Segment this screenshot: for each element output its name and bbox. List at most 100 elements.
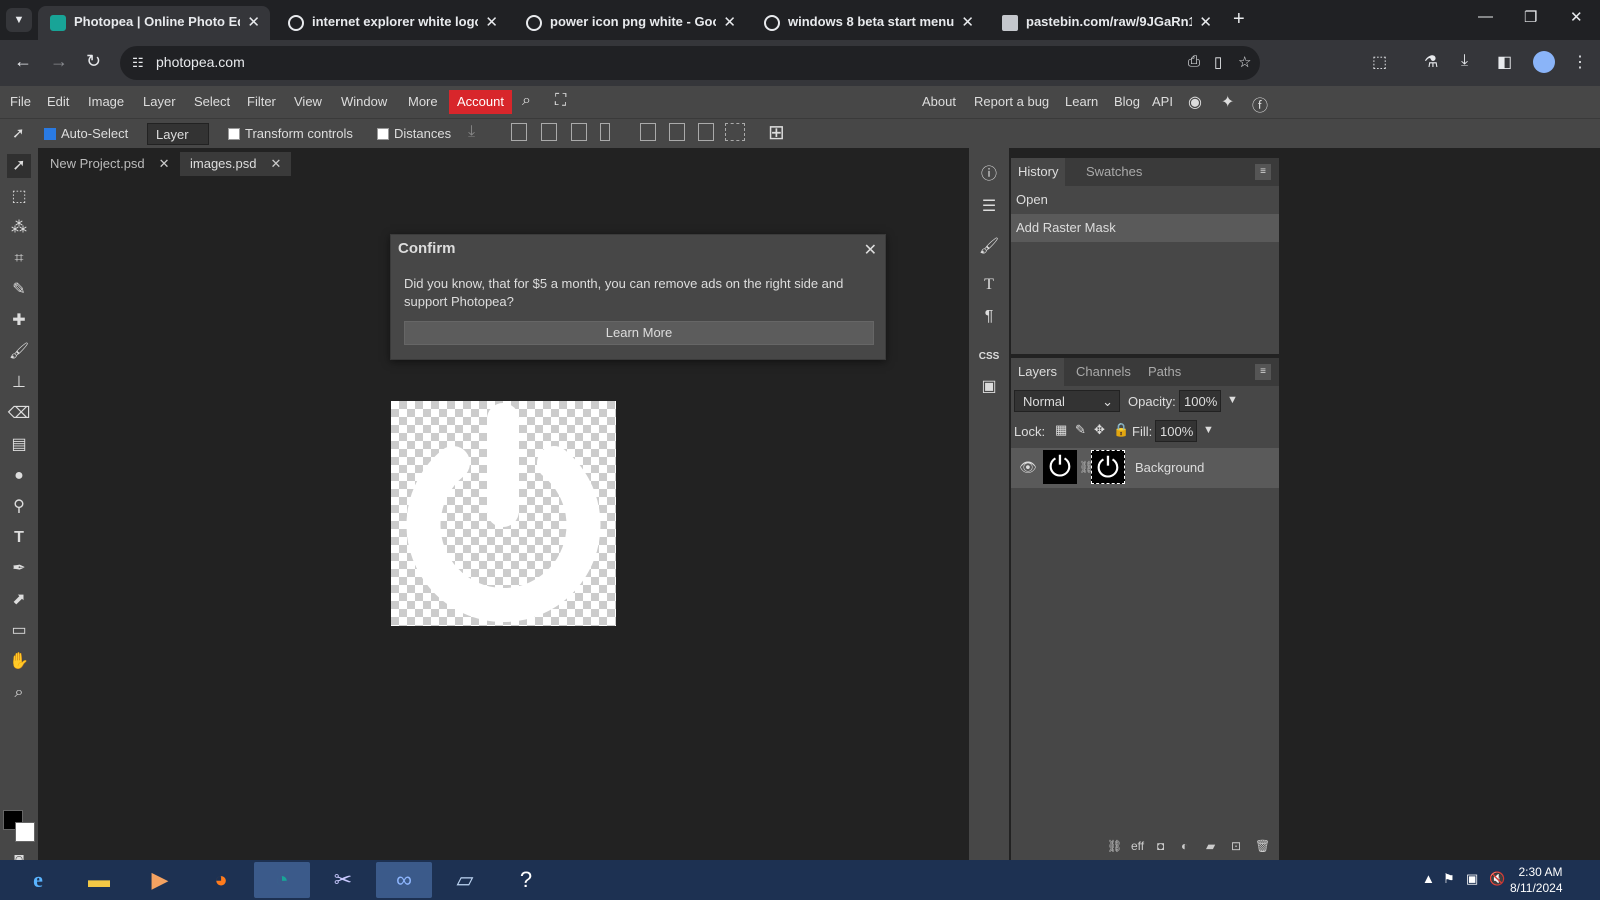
media-player-icon[interactable]: ▶ [132,862,188,898]
menu-image[interactable]: Image [88,94,124,109]
tab-swatches[interactable]: Swatches [1079,158,1149,186]
twitter-icon[interactable]: ✦ [1221,92,1234,112]
notepad-icon[interactable]: ▱ [437,862,493,898]
window-close-icon[interactable]: ✕ [1570,8,1583,26]
crop-tool-icon[interactable]: ⌗ [7,247,31,271]
reload-icon[interactable]: ↻ [86,51,101,72]
stamp-tool-icon[interactable]: ⊥ [7,371,31,395]
side-panel-icon[interactable]: ◧ [1497,52,1512,72]
tab-close-icon[interactable]: ✕ [961,13,974,31]
doc-tab-new-project[interactable]: New Project.psd ✕ [40,152,180,176]
profile-avatar-icon[interactable] [1533,51,1555,73]
menu-window[interactable]: Window [341,94,387,109]
fullscreen-icon[interactable]: ⛶ [555,92,566,110]
layer-effects-button[interactable]: eff [1131,839,1144,853]
gradient-tool-icon[interactable]: ▤ [7,433,31,457]
facebook-icon[interactable]: ⓕ [1252,92,1268,116]
show-hidden-icons-icon[interactable]: ▲ [1422,871,1435,886]
add-mask-icon[interactable]: ◘ [1157,839,1164,853]
blend-mode-dropdown[interactable]: Normal ⌄ [1014,390,1120,412]
forward-icon[interactable]: → [50,51,68,72]
tab-close-icon[interactable]: ✕ [485,13,498,31]
dodge-tool-icon[interactable]: ⚲ [7,495,31,519]
menu-edit[interactable]: Edit [47,94,69,109]
browser-tab-win8[interactable]: windows 8 beta start menu - Google Searc… [752,6,984,40]
history-item[interactable]: Add Raster Mask [1011,214,1279,242]
blur-tool-icon[interactable]: ● [7,464,31,488]
download-arrow-icon[interactable]: ⤓ [468,123,475,141]
restore-icon[interactable]: ❐ [1524,8,1537,26]
background-color-swatch[interactable] [15,822,35,842]
lock-transparency-icon[interactable]: ▦ [1055,422,1067,438]
paragraph-icon[interactable]: ¶ [978,306,1000,328]
menu-layer[interactable]: Layer [143,94,176,109]
pen-tool-icon[interactable]: ✒ [7,557,31,581]
address-bar[interactable]: ☷ photopea.com ⎙ ▯ ☆ [120,46,1260,80]
align-top-icon[interactable] [640,123,656,141]
align-left-icon[interactable] [511,123,527,141]
link-api[interactable]: API [1152,94,1173,109]
tab-close-icon[interactable]: ✕ [1199,13,1212,31]
tab-close-icon[interactable]: ✕ [247,13,260,31]
hand-tool-icon[interactable]: ✋ [7,650,31,674]
menu-more[interactable]: More [408,94,438,109]
auto-select-target-dropdown[interactable]: Layer ⌄ [147,123,209,157]
layer-thumbnail[interactable]: ⏻ [1043,450,1077,484]
adjustments-icon[interactable]: ☰ [978,196,1000,218]
info-icon[interactable]: ⓘ [978,164,1000,186]
brush-tool-icon[interactable]: 🖌 [7,340,31,364]
tab-history[interactable]: History [1011,158,1066,186]
eyedropper-tool-icon[interactable]: ✎ [7,278,31,302]
layer-row[interactable]: 👁 ⏻ ⛓ ⏻ Background [1011,448,1279,488]
dialog-close-icon[interactable]: ✕ [864,240,877,260]
align-right-icon[interactable] [571,123,587,141]
align-vcenter-icon[interactable] [669,123,685,141]
character-icon[interactable]: T [978,274,1000,296]
tab-close-icon[interactable]: ✕ [723,13,736,31]
system-clock[interactable]: 2:30 AM 8/11/2024 [1510,864,1563,896]
doc-close-icon[interactable]: ✕ [159,156,170,171]
distribute-v-icon[interactable] [725,123,745,141]
action-center-flag-icon[interactable]: ⚑ [1443,871,1455,887]
photopea-taskbar-icon[interactable]: ◔ [254,862,310,898]
tab-paths[interactable]: Paths [1141,358,1188,386]
move-tool-icon[interactable]: ➚ [7,154,31,178]
install-app-icon[interactable]: ⎙ [1188,53,1200,70]
adjustment-layer-icon[interactable]: ◐ [1181,839,1188,853]
marquee-tool-icon[interactable]: ⬚ [7,185,31,209]
browser-tab-power-icon[interactable]: power icon png white - Google Search ✕ [514,6,746,40]
lock-all-icon[interactable]: 🔒 [1113,422,1129,438]
fill-input[interactable]: 100% [1155,420,1197,442]
auto-select-checkbox[interactable]: Auto-Select [44,126,128,141]
type-tool-icon[interactable]: T [7,526,31,550]
rectangle-tool-icon[interactable]: ▭ [7,619,31,643]
doc-close-icon[interactable]: ✕ [270,156,281,171]
align-hcenter-icon[interactable] [541,123,557,141]
back-icon[interactable]: ← [14,51,32,72]
bookmark-star-icon[interactable]: ☆ [1238,53,1251,71]
grid-layout-icon[interactable]: ⊞ [768,120,785,145]
history-item[interactable]: Open [1011,186,1279,214]
eraser-tool-icon[interactable]: ⌫ [7,402,31,426]
css-label[interactable]: CSS [978,346,1000,368]
tab-channels[interactable]: Channels [1069,358,1138,386]
browser-tab-pastebin[interactable]: pastebin.com/raw/9JGaRn1X ✕ [990,6,1222,40]
search-icon[interactable]: ⌕ [522,92,531,110]
brush-settings-icon[interactable]: 🖌 [978,236,1000,258]
new-tab-icon[interactable]: + [1233,8,1245,31]
file-explorer-icon[interactable]: ▬ [71,862,127,898]
account-button[interactable]: Account [449,90,512,114]
download-icon[interactable]: ⤓ [1461,52,1468,70]
link-blog[interactable]: Blog [1114,94,1140,109]
link-learn[interactable]: Learn [1065,94,1098,109]
volume-muted-icon[interactable]: 🔇 [1489,871,1505,887]
help-icon[interactable]: ? [498,862,554,898]
new-group-icon[interactable]: ▰ [1206,839,1215,853]
opacity-slider-arrow-icon[interactable]: ▼ [1227,394,1238,406]
fill-slider-arrow-icon[interactable]: ▼ [1203,424,1214,436]
transform-controls-checkbox[interactable]: Transform controls [228,126,353,141]
snipping-tool-icon[interactable]: ✂ [315,862,371,898]
path-select-tool-icon[interactable]: ⬈ [7,588,31,612]
browser-tab-ie-logo[interactable]: internet explorer white logo png ✕ [276,6,508,40]
network-icon[interactable]: ▣ [1466,871,1478,887]
